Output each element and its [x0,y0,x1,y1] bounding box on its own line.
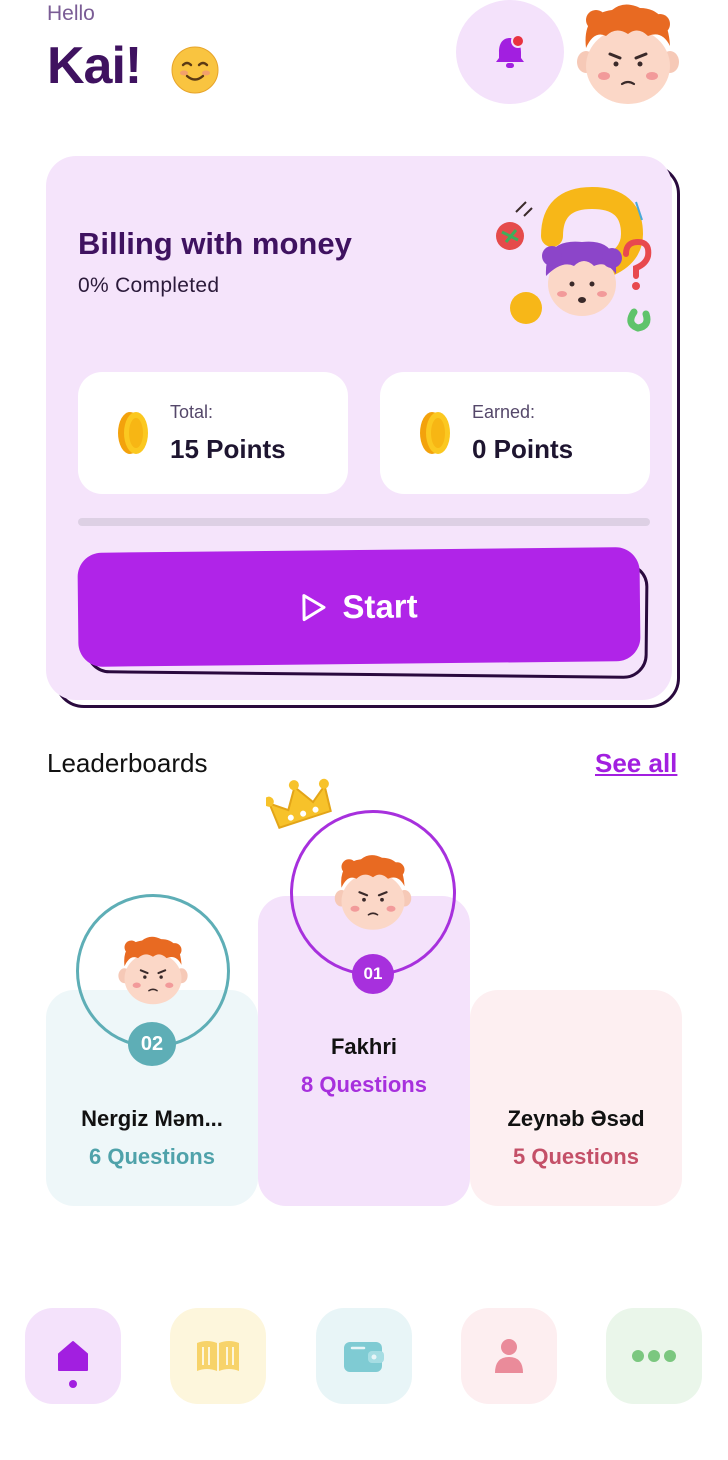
nav-more[interactable] [606,1308,702,1404]
total-label: Total: [170,402,214,422]
rank-badge-second: 02 [128,1022,176,1066]
podium-third[interactable] [470,990,682,1206]
home-icon [58,1341,88,1371]
nav-wallet[interactable] [316,1308,412,1404]
person-icon [495,1339,523,1373]
rank-badge-first: 01 [352,954,394,994]
leader-name-first: Fakhri [330,1034,398,1059]
bell-icon [496,34,525,68]
nav-home[interactable] [25,1308,121,1404]
coin-icon [420,412,450,454]
course-card[interactable]: Billing with money 0% Completed Total: 1… [46,156,672,700]
wallet-icon [344,1342,384,1372]
total-points-box: Total: 15 Points [78,372,348,494]
leader-name-second: Nergiz Məm... [81,1106,223,1131]
leader-questions-third: 5 Questions [513,1144,639,1169]
leader-questions-second: 6 Questions [89,1144,215,1169]
total-value: 15 Points [170,434,286,464]
start-button[interactable]: Start [77,547,641,667]
avatar [334,855,412,930]
see-all-link[interactable]: See all [595,748,677,779]
avatar [118,936,188,1005]
greeting-text: Hello [47,2,95,25]
book-icon [197,1341,239,1371]
question-kid-illustration [496,186,652,332]
notification-button[interactable] [456,0,564,104]
leader-name-third: Zeynəb Əsəd [507,1106,645,1131]
coin-icon [118,412,148,454]
leader-avatar-ring-first[interactable] [290,810,456,976]
course-progress-text: 0% Completed [78,274,220,297]
play-icon [302,594,326,622]
start-label: Start [342,587,418,626]
nav-profile[interactable] [461,1308,557,1404]
user-name: Kai! [47,37,142,95]
active-indicator-dot [69,1380,77,1388]
earned-label: Earned: [472,402,536,422]
course-progress-bar [78,518,650,526]
leader-questions-first: 8 Questions [301,1072,427,1097]
course-title: Billing with money [78,226,352,261]
smiling-face-icon [171,46,219,94]
user-avatar[interactable] [572,0,684,110]
leaderboards-title: Leaderboards [47,748,208,778]
earned-points-box: Earned: 0 Points [380,372,650,494]
earned-value: 0 Points [472,434,574,464]
more-icon [632,1350,676,1362]
nav-books[interactable] [170,1308,266,1404]
